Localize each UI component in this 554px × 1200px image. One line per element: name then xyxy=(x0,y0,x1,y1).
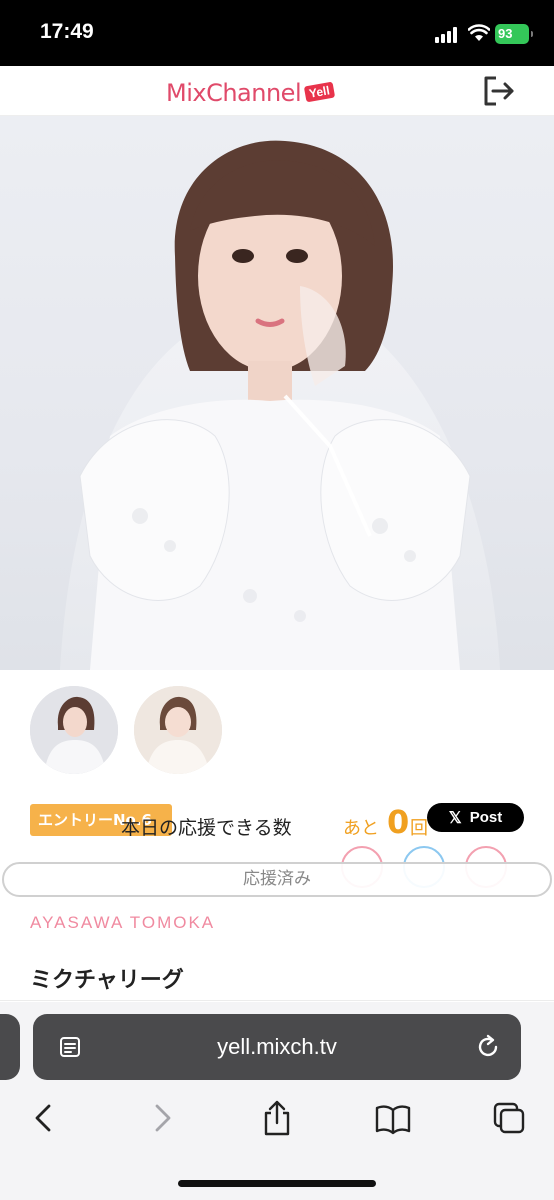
profile-thumbnail-2[interactable] xyxy=(134,686,222,774)
remaining-suffix: 回 xyxy=(410,818,428,839)
logout-icon[interactable] xyxy=(480,73,516,109)
wifi-icon xyxy=(468,24,490,41)
thumbnail-illustration xyxy=(30,686,118,774)
status-time: 17:49 xyxy=(40,20,94,43)
previous-tab-peek[interactable] xyxy=(0,1014,20,1080)
battery-icon: 93 xyxy=(495,24,533,44)
tabs-icon[interactable] xyxy=(490,1098,528,1138)
bookmarks-icon[interactable] xyxy=(374,1098,412,1138)
remaining-prefix: あと xyxy=(343,818,379,839)
logo-badge: Yell xyxy=(303,81,335,103)
league-title: ミクチャリーグ xyxy=(30,968,184,993)
reload-icon[interactable] xyxy=(475,1033,501,1061)
thumbnail-illustration xyxy=(134,686,222,774)
site-header: MixChannel Yell xyxy=(0,66,554,116)
logo-text: MixChannel xyxy=(166,79,302,107)
cheer-done-button[interactable]: 応援済み xyxy=(2,862,552,897)
back-icon[interactable] xyxy=(24,1098,62,1138)
mixchannel-yell-logo[interactable]: MixChannel Yell xyxy=(166,78,335,108)
cellular-signal-icon xyxy=(435,27,461,43)
profile-thumbnail-1[interactable] xyxy=(30,686,118,774)
x-post-button[interactable]: 𝕏 Post xyxy=(427,803,524,832)
photo-illustration xyxy=(60,140,500,670)
x-post-label: Post xyxy=(469,809,503,826)
romaji-name: AYASAWA TOMOKA xyxy=(30,913,216,932)
home-indicator xyxy=(178,1180,376,1187)
profile-main-photo xyxy=(0,116,554,670)
url-text[interactable]: yell.mixch.tv xyxy=(33,1034,521,1060)
remaining-cheer-count: 0 xyxy=(387,803,410,841)
x-logo-icon: 𝕏 xyxy=(448,809,462,827)
forward-icon[interactable] xyxy=(144,1098,182,1138)
status-bar: 17:49 93 xyxy=(0,0,554,66)
daily-cheer-label: 本日の応援できる数 xyxy=(121,817,292,839)
share-icon[interactable] xyxy=(258,1098,296,1138)
divider xyxy=(0,1000,554,1001)
battery-level: 93 xyxy=(498,26,513,41)
